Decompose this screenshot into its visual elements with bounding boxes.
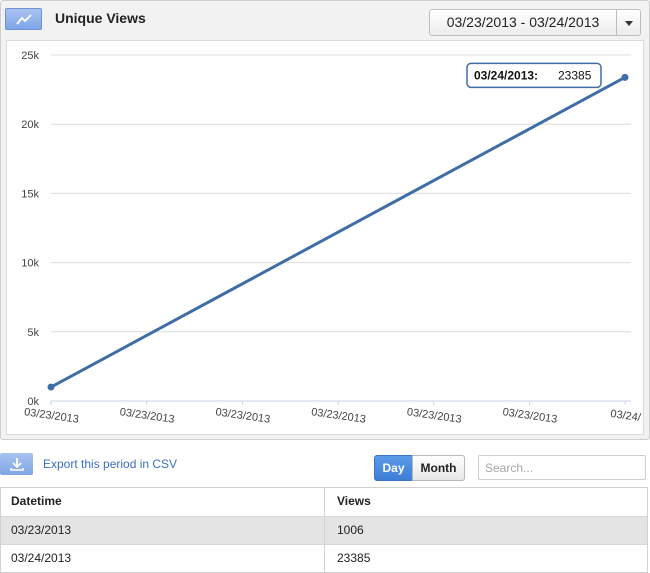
x-tick-label: 03/23/2013 [406, 406, 462, 426]
data-table: Datetime Views 03/23/2013 1006 03/24/201… [0, 487, 648, 573]
download-icon[interactable] [0, 453, 33, 475]
x-tick-label: 03/23/2013 [502, 406, 558, 426]
x-tick-label: 03/23/2013 [215, 406, 271, 426]
line-chart-icon[interactable] [5, 8, 42, 30]
line-chart: 0k5k10k15k20k25k03/23/2013 03/23/2013 03/2… [21, 50, 643, 426]
day-toggle-button[interactable]: Day [374, 455, 413, 481]
y-tick-label: 10k [21, 258, 39, 270]
date-range-dropdown-button[interactable] [616, 9, 641, 36]
y-tick-label: 5k [27, 327, 39, 339]
column-header-views[interactable]: Views [325, 488, 647, 516]
x-tick-label: 03/24/ [610, 408, 643, 424]
month-toggle-button[interactable]: Month [412, 455, 465, 481]
date-range-picker[interactable]: 03/23/2013 - 03/24/2013 [429, 9, 617, 36]
x-tick-label: 03/23/2013 [310, 406, 366, 426]
datetime-cell: 03/24/2013 [1, 545, 325, 572]
data-point [621, 73, 629, 81]
y-tick-label: 20k [21, 119, 39, 131]
export-csv-link[interactable]: Export this period in CSV [43, 457, 177, 471]
y-tick-label: 15k [21, 188, 39, 200]
views-cell: 1006 [337, 523, 364, 537]
views-cell: 23385 [337, 551, 371, 565]
y-tick-label: 25k [21, 50, 39, 62]
data-point [47, 383, 55, 391]
tooltip-value: 23385 [558, 68, 592, 82]
x-tick-label: 03/23/2013 [23, 406, 79, 426]
chevron-down-icon [625, 21, 633, 26]
search-input[interactable] [478, 455, 646, 480]
table-header-row: Datetime Views [1, 488, 647, 516]
x-tick-label: 03/23/2013 [119, 406, 175, 426]
chart-area: 0k 5k 10k 15k 20k 25k 03/23/2013 03/23/2013 03/2… [6, 40, 644, 435]
unique-views-widget: Unique Views 03/23/2013 - 03/24/2013 0k 5… [0, 0, 650, 440]
datetime-cell: 03/23/2013 [1, 517, 325, 544]
widget-title: Unique Views [55, 10, 146, 26]
table-row: 03/23/2013 1006 [1, 516, 647, 544]
table-row: 03/24/2013 23385 [1, 544, 647, 572]
tooltip-label: 03/24/2013: [474, 68, 538, 82]
column-header-datetime[interactable]: Datetime [1, 488, 325, 516]
